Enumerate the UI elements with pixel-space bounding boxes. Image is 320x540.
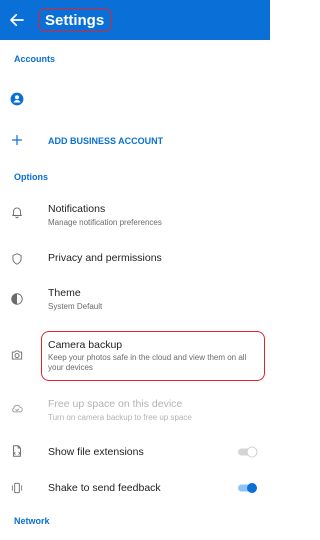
cloud-check-icon [12,404,23,413]
notifications-title[interactable]: Notifications [48,203,105,215]
half-circle-icon [11,293,23,305]
shield-icon [12,253,22,265]
notifications-subtitle: Manage notification preferences [48,218,162,227]
shake-feedback-toggle[interactable] [236,482,258,494]
section-options: Options [14,172,48,182]
free-up-space-title: Free up space on this device [48,398,183,410]
camera-icon [11,350,23,360]
bell-icon [12,207,22,219]
show-file-extensions-label: Show file extensions [48,446,144,458]
free-up-space-subtitle: Turn on camera backup to free up space [48,413,192,422]
show-file-extensions-toggle[interactable] [236,446,258,458]
add-business-account-link[interactable]: ADD BUSINESS ACCOUNT [48,136,163,146]
file-icon [13,445,21,457]
phone-vibrate-icon [11,482,23,494]
plus-icon[interactable] [11,134,23,146]
camera-backup-subtitle: Keep your photos safe in the cloud and v… [48,353,247,372]
section-network: Network [14,516,50,526]
section-accounts: Accounts [14,54,56,64]
privacy-permissions-item[interactable]: Privacy and permissions [48,252,162,264]
shake-feedback-label: Shake to send feedback [48,482,161,494]
camera-backup-title[interactable]: Camera backup [48,339,122,351]
arrow-left-icon[interactable] [8,11,26,29]
theme-title[interactable]: Theme [48,287,81,299]
page-title: Settings [45,12,105,29]
app-bar: Settings [0,0,270,40]
account-avatar-icon[interactable] [10,92,24,106]
theme-subtitle: System Default [48,302,103,311]
